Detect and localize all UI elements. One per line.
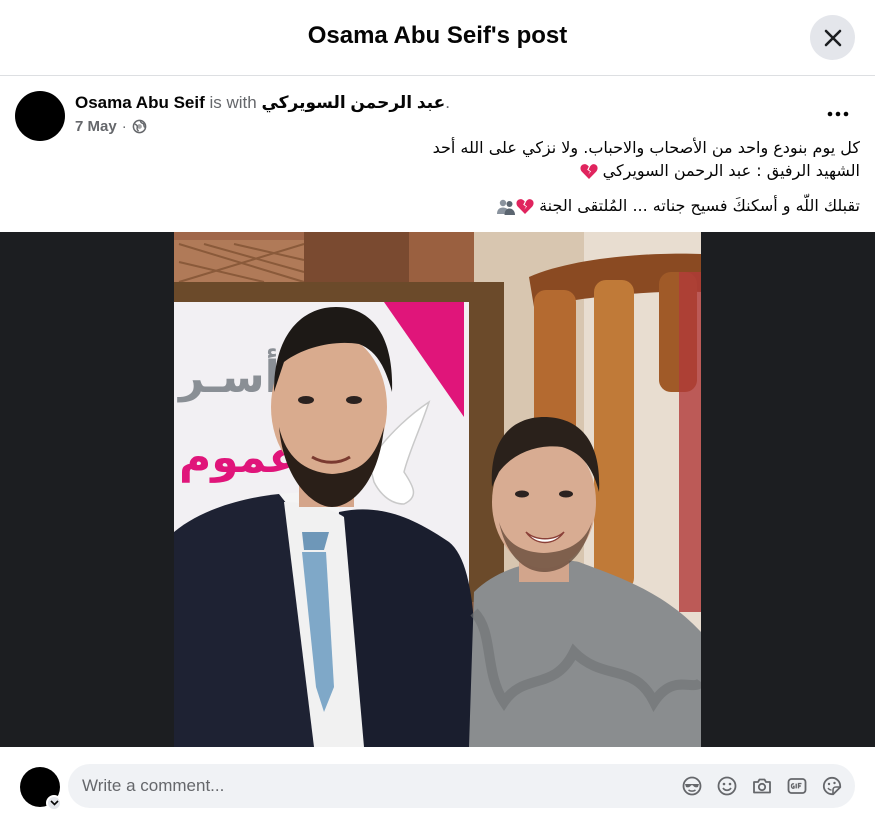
svg-text:أسـر: أسـر [177, 348, 280, 403]
chevron-down-icon [49, 800, 59, 806]
author-name-link[interactable]: Osama Abu Seif [75, 93, 205, 112]
close-button[interactable] [810, 15, 855, 60]
post-date-link[interactable]: 7 May [75, 118, 117, 135]
gif-button[interactable] [785, 774, 809, 798]
post-photo[interactable]: أسـر عموم [174, 232, 701, 747]
photo-area[interactable]: أسـر عموم [0, 232, 875, 747]
broken-heart-emoji [516, 199, 534, 214]
page-title: Osama Abu Seif's post [307, 22, 568, 49]
comment-box [68, 764, 855, 808]
post-text-line-3: تقبلك اللّه و أسكنكَ فسيح جناته ... المُ… [15, 196, 860, 216]
comment-input[interactable] [82, 764, 662, 808]
avatar-sticker-icon [682, 776, 702, 796]
photo-upload-button[interactable] [750, 774, 774, 798]
more-options-button[interactable] [822, 100, 854, 128]
more-horizontal-icon [827, 111, 849, 117]
post-text-line-2-content: الشهيد الرفيق : عبد الرحمن السويركي [602, 161, 860, 180]
with-text: is with [204, 93, 262, 112]
post-meta: 7 May · [75, 118, 147, 135]
profile-switch-button[interactable] [46, 795, 62, 811]
tagged-suffix: . [445, 93, 450, 112]
tagged-person-link[interactable]: عبد الرحمن السويركي [261, 93, 445, 112]
post-text-line-1: كل يوم بنودع واحد من الأصحاب والاحباب. و… [432, 138, 860, 157]
author-line: Osama Abu Seif is with عبد الرحمن السوير… [75, 93, 450, 113]
sticker-button[interactable] [820, 774, 844, 798]
author-avatar[interactable] [15, 91, 65, 141]
broken-heart-emoji [580, 164, 598, 179]
camera-icon [753, 778, 771, 794]
emoji-button[interactable] [715, 774, 739, 798]
avatar-sticker-button[interactable] [680, 774, 704, 798]
people-emoji [497, 199, 515, 215]
post-text-line-2: الشهيد الرفيق : عبد الرحمن السويركي [15, 161, 860, 180]
emoji-icon [717, 776, 737, 796]
meta-separator: · [121, 118, 127, 135]
post-modal-header: Osama Abu Seif's post [0, 0, 875, 76]
post-text-line-3-content: تقبلك اللّه و أسكنكَ فسيح جناته ... المُ… [539, 196, 860, 215]
gif-icon [787, 778, 807, 794]
close-icon [824, 29, 841, 46]
sticker-icon [822, 776, 842, 796]
globe-icon[interactable] [132, 119, 147, 134]
